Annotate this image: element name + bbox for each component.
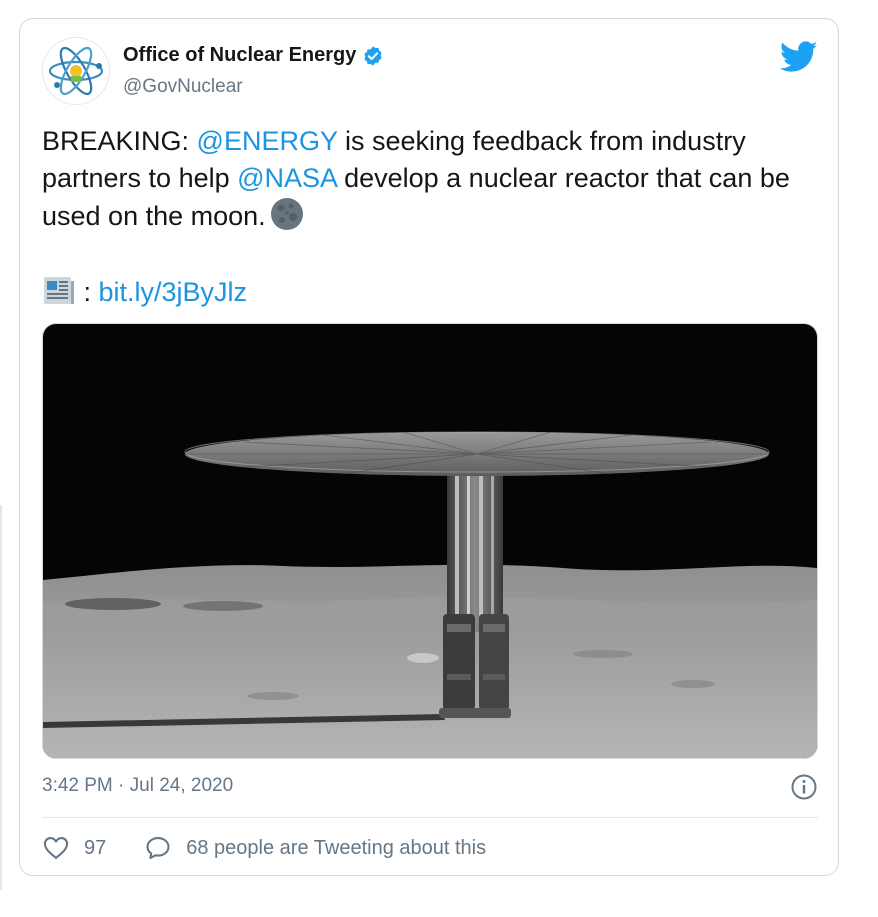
full-moon-emoji-icon — [270, 198, 303, 230]
like-count: 97 — [84, 836, 107, 859]
author-name[interactable]: Office of Nuclear Energy — [123, 44, 356, 67]
atom-logo-icon[interactable] — [42, 37, 110, 105]
action-divider — [42, 817, 818, 818]
tweet-image[interactable] — [42, 323, 818, 759]
author-handle[interactable]: @GovNuclear — [123, 76, 243, 98]
link-line: : bit.ly/3jByJlz — [42, 273, 247, 311]
link-separator: : — [76, 277, 99, 307]
tweet-actions: 97 68 people are Tweeting about this — [42, 834, 486, 862]
mention-nasa-link[interactable]: @NASA — [237, 163, 336, 193]
tweet-text-prefix: BREAKING: — [42, 126, 197, 156]
tweet-text: BREAKING: @ENERGY is seeking feedback fr… — [42, 123, 812, 235]
mention-energy-link[interactable]: @ENERGY — [197, 126, 338, 156]
tweeting-about-button[interactable]: 68 people are Tweeting about this — [144, 834, 486, 862]
verified-badge-icon — [364, 45, 383, 66]
shortened-url-link[interactable]: bit.ly/3jByJlz — [99, 277, 248, 307]
tweeting-about-label: 68 people are Tweeting about this — [186, 836, 487, 859]
page-edge-line — [0, 505, 2, 890]
speech-bubble-icon — [146, 837, 170, 859]
like-button[interactable]: 97 — [42, 834, 106, 862]
tweet-timestamp[interactable]: 3:42 PM · Jul 24, 2020 — [42, 775, 233, 797]
tweet-card[interactable]: Office of Nuclear Energy @GovNuclear BRE… — [19, 18, 839, 876]
info-icon[interactable] — [790, 773, 818, 801]
twitter-bird-icon[interactable] — [780, 41, 818, 73]
heart-icon — [43, 837, 69, 860]
newspaper-emoji-icon — [44, 277, 74, 304]
